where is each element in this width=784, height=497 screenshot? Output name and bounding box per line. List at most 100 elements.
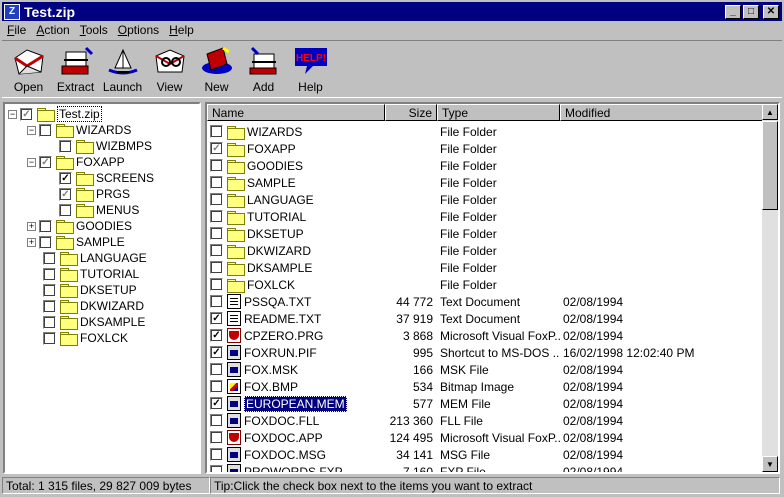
row-checkbox[interactable]	[210, 278, 223, 291]
list-row[interactable]: FOXDOC.MSG 34 141 MSG File 02/08/1994	[207, 446, 766, 463]
collapse-icon[interactable]: −	[8, 109, 17, 119]
list-row[interactable]: WIZARDS File Folder	[207, 123, 766, 140]
extract-button[interactable]: Extract	[52, 41, 99, 97]
list-row[interactable]: FOX.BMP 534 Bitmap Image 02/08/1994	[207, 378, 766, 395]
list-row[interactable]: ✓ README.TXT 37 919 Text Document 02/08/1…	[207, 310, 766, 327]
tree-checkbox[interactable]	[43, 267, 56, 281]
tree-checkbox[interactable]	[39, 235, 52, 249]
tree-node-foxlck[interactable]: FOXLCK	[43, 330, 128, 346]
row-checkbox[interactable]	[210, 193, 223, 206]
list-row[interactable]: DKSAMPLE File Folder	[207, 259, 766, 276]
row-checkbox[interactable]	[210, 363, 223, 376]
close-button[interactable]: ✕	[763, 4, 779, 19]
help-button[interactable]: HELP! Help	[287, 41, 334, 97]
list-row[interactable]: ✓ FOXAPP File Folder	[207, 140, 766, 157]
menu-action[interactable]: Action	[31, 23, 74, 37]
tree-checkbox[interactable]	[59, 203, 72, 217]
list-row[interactable]: LANGUAGE File Folder	[207, 191, 766, 208]
tree-node-foxapp[interactable]: − ✓ FOXAPP	[27, 154, 125, 170]
open-button[interactable]: Open	[5, 41, 52, 97]
list-row-selected[interactable]: ✓ EUROPEAN.MEM 577 MEM File 02/08/1994	[207, 395, 766, 412]
list-row[interactable]: PSSQA.TXT 44 772 Text Document 02/08/199…	[207, 293, 766, 310]
row-checkbox[interactable]: ✓	[210, 329, 223, 342]
row-checkbox[interactable]	[210, 261, 223, 274]
tree-node-tutorial[interactable]: TUTORIAL	[43, 266, 139, 282]
list-row[interactable]: FOX.MSK 166 MSK File 02/08/1994	[207, 361, 766, 378]
list-row[interactable]: GOODIES File Folder	[207, 157, 766, 174]
row-checkbox[interactable]	[210, 380, 223, 393]
expand-icon[interactable]: +	[27, 221, 36, 231]
expand-icon[interactable]: +	[27, 237, 36, 247]
tree-node-menus[interactable]: MENUS	[59, 202, 139, 218]
tree-node-wizards[interactable]: − WIZARDS	[27, 122, 131, 138]
tree-node-screens[interactable]: ✓ SCREENS	[59, 170, 154, 186]
view-button[interactable]: View	[146, 41, 193, 97]
list-row[interactable]: DKSETUP File Folder	[207, 225, 766, 242]
tree-checkbox[interactable]	[39, 219, 52, 233]
scrollbar-thumb[interactable]	[762, 121, 778, 210]
tree-checkbox[interactable]: ✓	[20, 107, 33, 121]
file-list[interactable]: Name Size Type Modified WIZARDS File Fol…	[205, 102, 780, 474]
row-checkbox[interactable]: ✓	[210, 397, 223, 410]
tree-node-root[interactable]: − ✓ Test.zip	[8, 106, 102, 122]
add-button[interactable]: Add	[240, 41, 287, 97]
title-bar[interactable]: Z Test.zip _ □ ✕	[2, 2, 782, 21]
tree-node-goodies[interactable]: + GOODIES	[27, 218, 132, 234]
minimize-button[interactable]: _	[725, 4, 741, 19]
tree-node-dksetup[interactable]: DKSETUP	[43, 282, 137, 298]
row-checkbox[interactable]: ✓	[210, 346, 223, 359]
row-checkbox[interactable]: ✓	[210, 142, 223, 155]
tree-checkbox[interactable]	[39, 123, 52, 137]
tree-node-wizbmps[interactable]: WIZBMPS	[59, 138, 152, 154]
tree-checkbox[interactable]	[43, 299, 56, 313]
launch-button[interactable]: Launch	[99, 41, 146, 97]
row-checkbox[interactable]	[210, 210, 223, 223]
tree-checkbox[interactable]: ✓	[59, 187, 72, 201]
list-row[interactable]: FOXLCK File Folder	[207, 276, 766, 293]
tree-checkbox[interactable]	[43, 283, 56, 297]
row-checkbox[interactable]	[210, 414, 223, 427]
column-header-name[interactable]: Name	[207, 104, 385, 121]
list-row[interactable]: PROWORDS.FXP 7 160 FXP File 02/08/1994	[207, 463, 766, 472]
row-checkbox[interactable]: ✓	[210, 312, 223, 325]
list-row[interactable]: DKWIZARD File Folder	[207, 242, 766, 259]
list-row[interactable]: FOXDOC.FLL 213 360 FLL File 02/08/1994	[207, 412, 766, 429]
row-checkbox[interactable]	[210, 176, 223, 189]
tree-node-dkwizard[interactable]: DKWIZARD	[43, 298, 144, 314]
menu-options[interactable]: Options	[113, 23, 164, 37]
column-header-type[interactable]: Type	[437, 104, 560, 121]
column-header-size[interactable]: Size	[385, 104, 437, 121]
row-checkbox[interactable]	[210, 431, 223, 444]
collapse-icon[interactable]: −	[27, 157, 36, 167]
list-row[interactable]: ✓ FOXRUN.PIF 995 Shortcut to MS-DOS ... 1…	[207, 344, 766, 361]
list-row[interactable]: TUTORIAL File Folder	[207, 208, 766, 225]
new-button[interactable]: New	[193, 41, 240, 97]
column-header-modified[interactable]: Modified	[560, 104, 766, 121]
row-checkbox[interactable]	[210, 244, 223, 257]
tree-checkbox[interactable]	[43, 251, 56, 265]
tree-node-prgs[interactable]: ✓ PRGS	[59, 186, 130, 202]
zip-app-icon[interactable]: Z	[4, 3, 20, 20]
list-row[interactable]: ✓ CPZERO.PRG 3 868 Microsoft Visual FoxP.…	[207, 327, 766, 344]
list-row[interactable]: FOXDOC.APP 124 495 Microsoft Visual FoxP…	[207, 429, 766, 446]
row-checkbox[interactable]	[210, 125, 223, 138]
collapse-icon[interactable]: −	[27, 125, 36, 135]
vertical-scrollbar[interactable]: ▲ ▼	[762, 104, 778, 472]
menu-help[interactable]: Help	[164, 23, 199, 37]
menu-file[interactable]: File	[2, 23, 31, 37]
tree-checkbox[interactable]	[59, 139, 72, 153]
row-checkbox[interactable]	[210, 227, 223, 240]
tree-node-language[interactable]: LANGUAGE	[43, 250, 147, 266]
maximize-button[interactable]: □	[743, 4, 759, 19]
tree-checkbox[interactable]	[43, 315, 56, 329]
tree-checkbox[interactable]	[43, 331, 56, 345]
row-checkbox[interactable]	[210, 159, 223, 172]
tree-checkbox[interactable]: ✓	[39, 155, 52, 169]
scroll-up-arrow-icon[interactable]: ▲	[762, 104, 778, 120]
tree-node-sample[interactable]: + SAMPLE	[27, 234, 125, 250]
row-checkbox[interactable]	[210, 465, 223, 472]
folder-tree[interactable]: − ✓ Test.zip − WIZARDS WIZBMPS − ✓ FOXAP…	[3, 102, 201, 474]
menu-tools[interactable]: Tools	[75, 23, 113, 37]
row-checkbox[interactable]	[210, 448, 223, 461]
tree-checkbox[interactable]: ✓	[59, 171, 72, 185]
